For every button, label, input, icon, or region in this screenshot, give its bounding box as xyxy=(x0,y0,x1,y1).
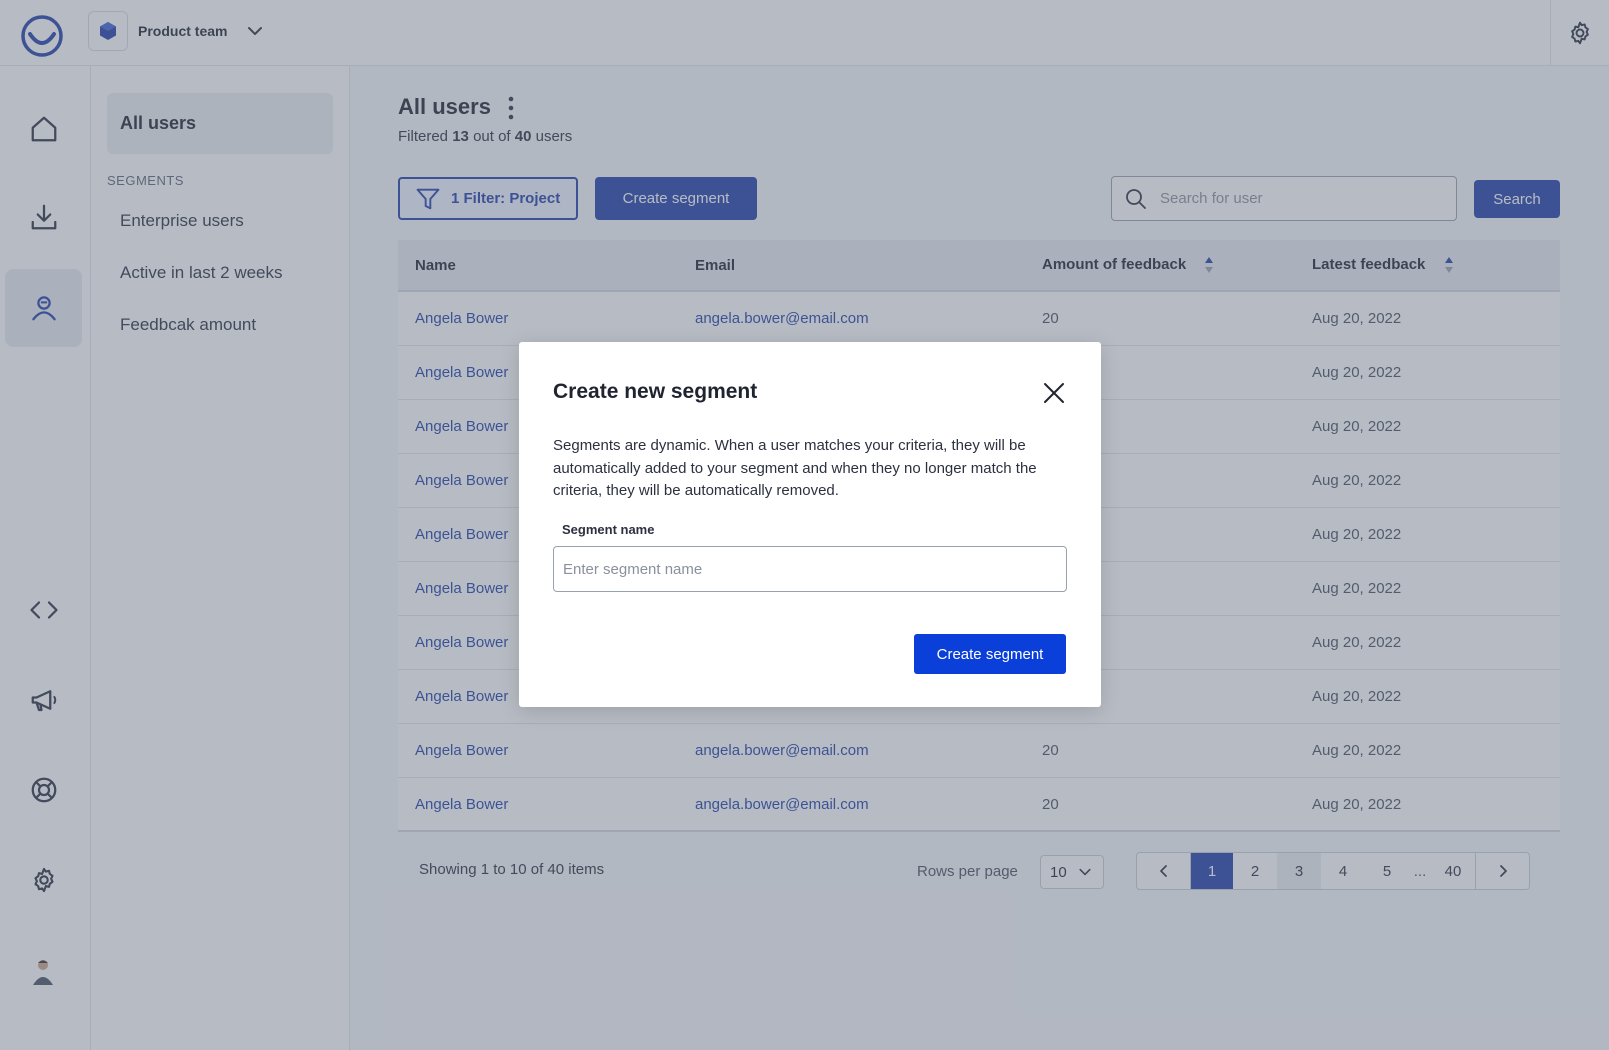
dialog-description: Segments are dynamic. When a user matche… xyxy=(553,437,1037,499)
close-icon[interactable] xyxy=(1041,380,1067,406)
dialog-title: Create new segment xyxy=(553,380,758,403)
dialog-create-segment-button[interactable]: Create segment xyxy=(914,634,1066,674)
segment-name-label: Segment name xyxy=(562,522,655,537)
create-segment-dialog: Create new segment Segments are dynamic.… xyxy=(519,342,1101,707)
segment-name-input[interactable] xyxy=(553,546,1067,592)
